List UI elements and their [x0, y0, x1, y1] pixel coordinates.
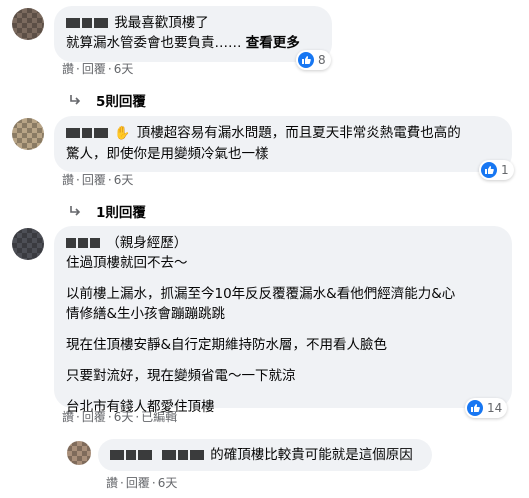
comment-text: 頂樓超容易有漏水問題，而且夏天非常炎熱電費也高的	[136, 125, 461, 141]
like-button[interactable]: 讚	[62, 173, 74, 187]
comment-paragraph: 以前樓上漏水，抓漏至今10年反反覆覆漏水&看他們經濟能力&心 情修繕&生小孩會蹦…	[66, 286, 456, 322]
like-icon	[298, 52, 314, 68]
comment-bubble: 我最喜歡頂樓了 就算漏水管委會也要負責…… 查看更多	[54, 6, 332, 62]
wave-icon: ✋	[114, 126, 131, 141]
view-replies-button[interactable]: 5則回覆	[68, 90, 146, 110]
comment-actions: 讚 · 回覆 · 6天 · 已編輯	[62, 410, 178, 424]
reply-arrow-icon	[70, 95, 81, 105]
avatar[interactable]	[12, 118, 44, 150]
comment-paragraph: 現在住頂樓安靜&自行定期維持防水層，不用看人臉色	[66, 337, 388, 353]
comment-text: 住過頂樓就回不去～	[66, 255, 188, 271]
like-button[interactable]: 讚	[106, 476, 118, 490]
comment-text: 我最喜歡頂樓了	[114, 15, 209, 31]
comment-text: （親身經歷）	[106, 235, 188, 251]
timestamp[interactable]: 6天	[158, 476, 178, 490]
edited-label: 已編輯	[141, 410, 178, 424]
commenter-name[interactable]	[66, 13, 110, 33]
comment-text: 的確頂樓比較貴可能就是這個原因	[210, 447, 413, 463]
comment-text: 驚人，即使你是用變頻冷氣也一樣	[66, 146, 269, 162]
reply-arrow-icon	[70, 206, 81, 216]
like-button[interactable]: 讚	[62, 62, 74, 76]
reply-button[interactable]: 回覆	[82, 62, 106, 76]
comment-paragraph: 只要對流好，現在變頻省電～一下就涼	[66, 368, 296, 384]
view-replies-button[interactable]: 1則回覆	[68, 201, 146, 221]
reaction-count[interactable]: 1	[479, 160, 514, 180]
timestamp[interactable]: 6天	[114, 410, 134, 424]
timestamp[interactable]: 6天	[114, 62, 134, 76]
reply-button[interactable]: 回覆	[126, 476, 150, 490]
like-button[interactable]: 讚	[62, 410, 74, 424]
comment-text: 就算漏水管委會也要負責……	[66, 35, 242, 51]
like-icon	[481, 162, 497, 178]
reaction-count[interactable]: 14	[465, 398, 508, 418]
avatar[interactable]	[12, 8, 44, 40]
commenter-name[interactable]	[66, 233, 102, 253]
like-icon	[467, 400, 483, 416]
timestamp[interactable]: 6天	[114, 173, 134, 187]
comment-actions: 讚 · 回覆 · 6天	[62, 173, 134, 187]
avatar[interactable]	[67, 441, 91, 465]
commenter-name[interactable]	[110, 445, 206, 465]
avatar[interactable]	[12, 228, 44, 260]
reaction-count[interactable]: 8	[296, 50, 331, 70]
comment-actions: 讚 · 回覆 · 6天	[106, 476, 178, 490]
commenter-name[interactable]	[66, 123, 110, 143]
reply-button[interactable]: 回覆	[82, 173, 106, 187]
comment-bubble: ✋ 頂樓超容易有漏水問題，而且夏天非常炎熱電費也高的 驚人，即使你是用變頻冷氣也…	[54, 116, 512, 172]
reply-bubble: 的確頂樓比較貴可能就是這個原因	[98, 439, 432, 471]
see-more-link[interactable]: 查看更多	[246, 35, 300, 51]
comment-bubble: （親身經歷） 住過頂樓就回不去～ 以前樓上漏水，抓漏至今10年反反覆覆漏水&看他…	[54, 226, 512, 415]
comment-actions: 讚 · 回覆 · 6天	[62, 62, 134, 76]
reply-button[interactable]: 回覆	[82, 410, 106, 424]
